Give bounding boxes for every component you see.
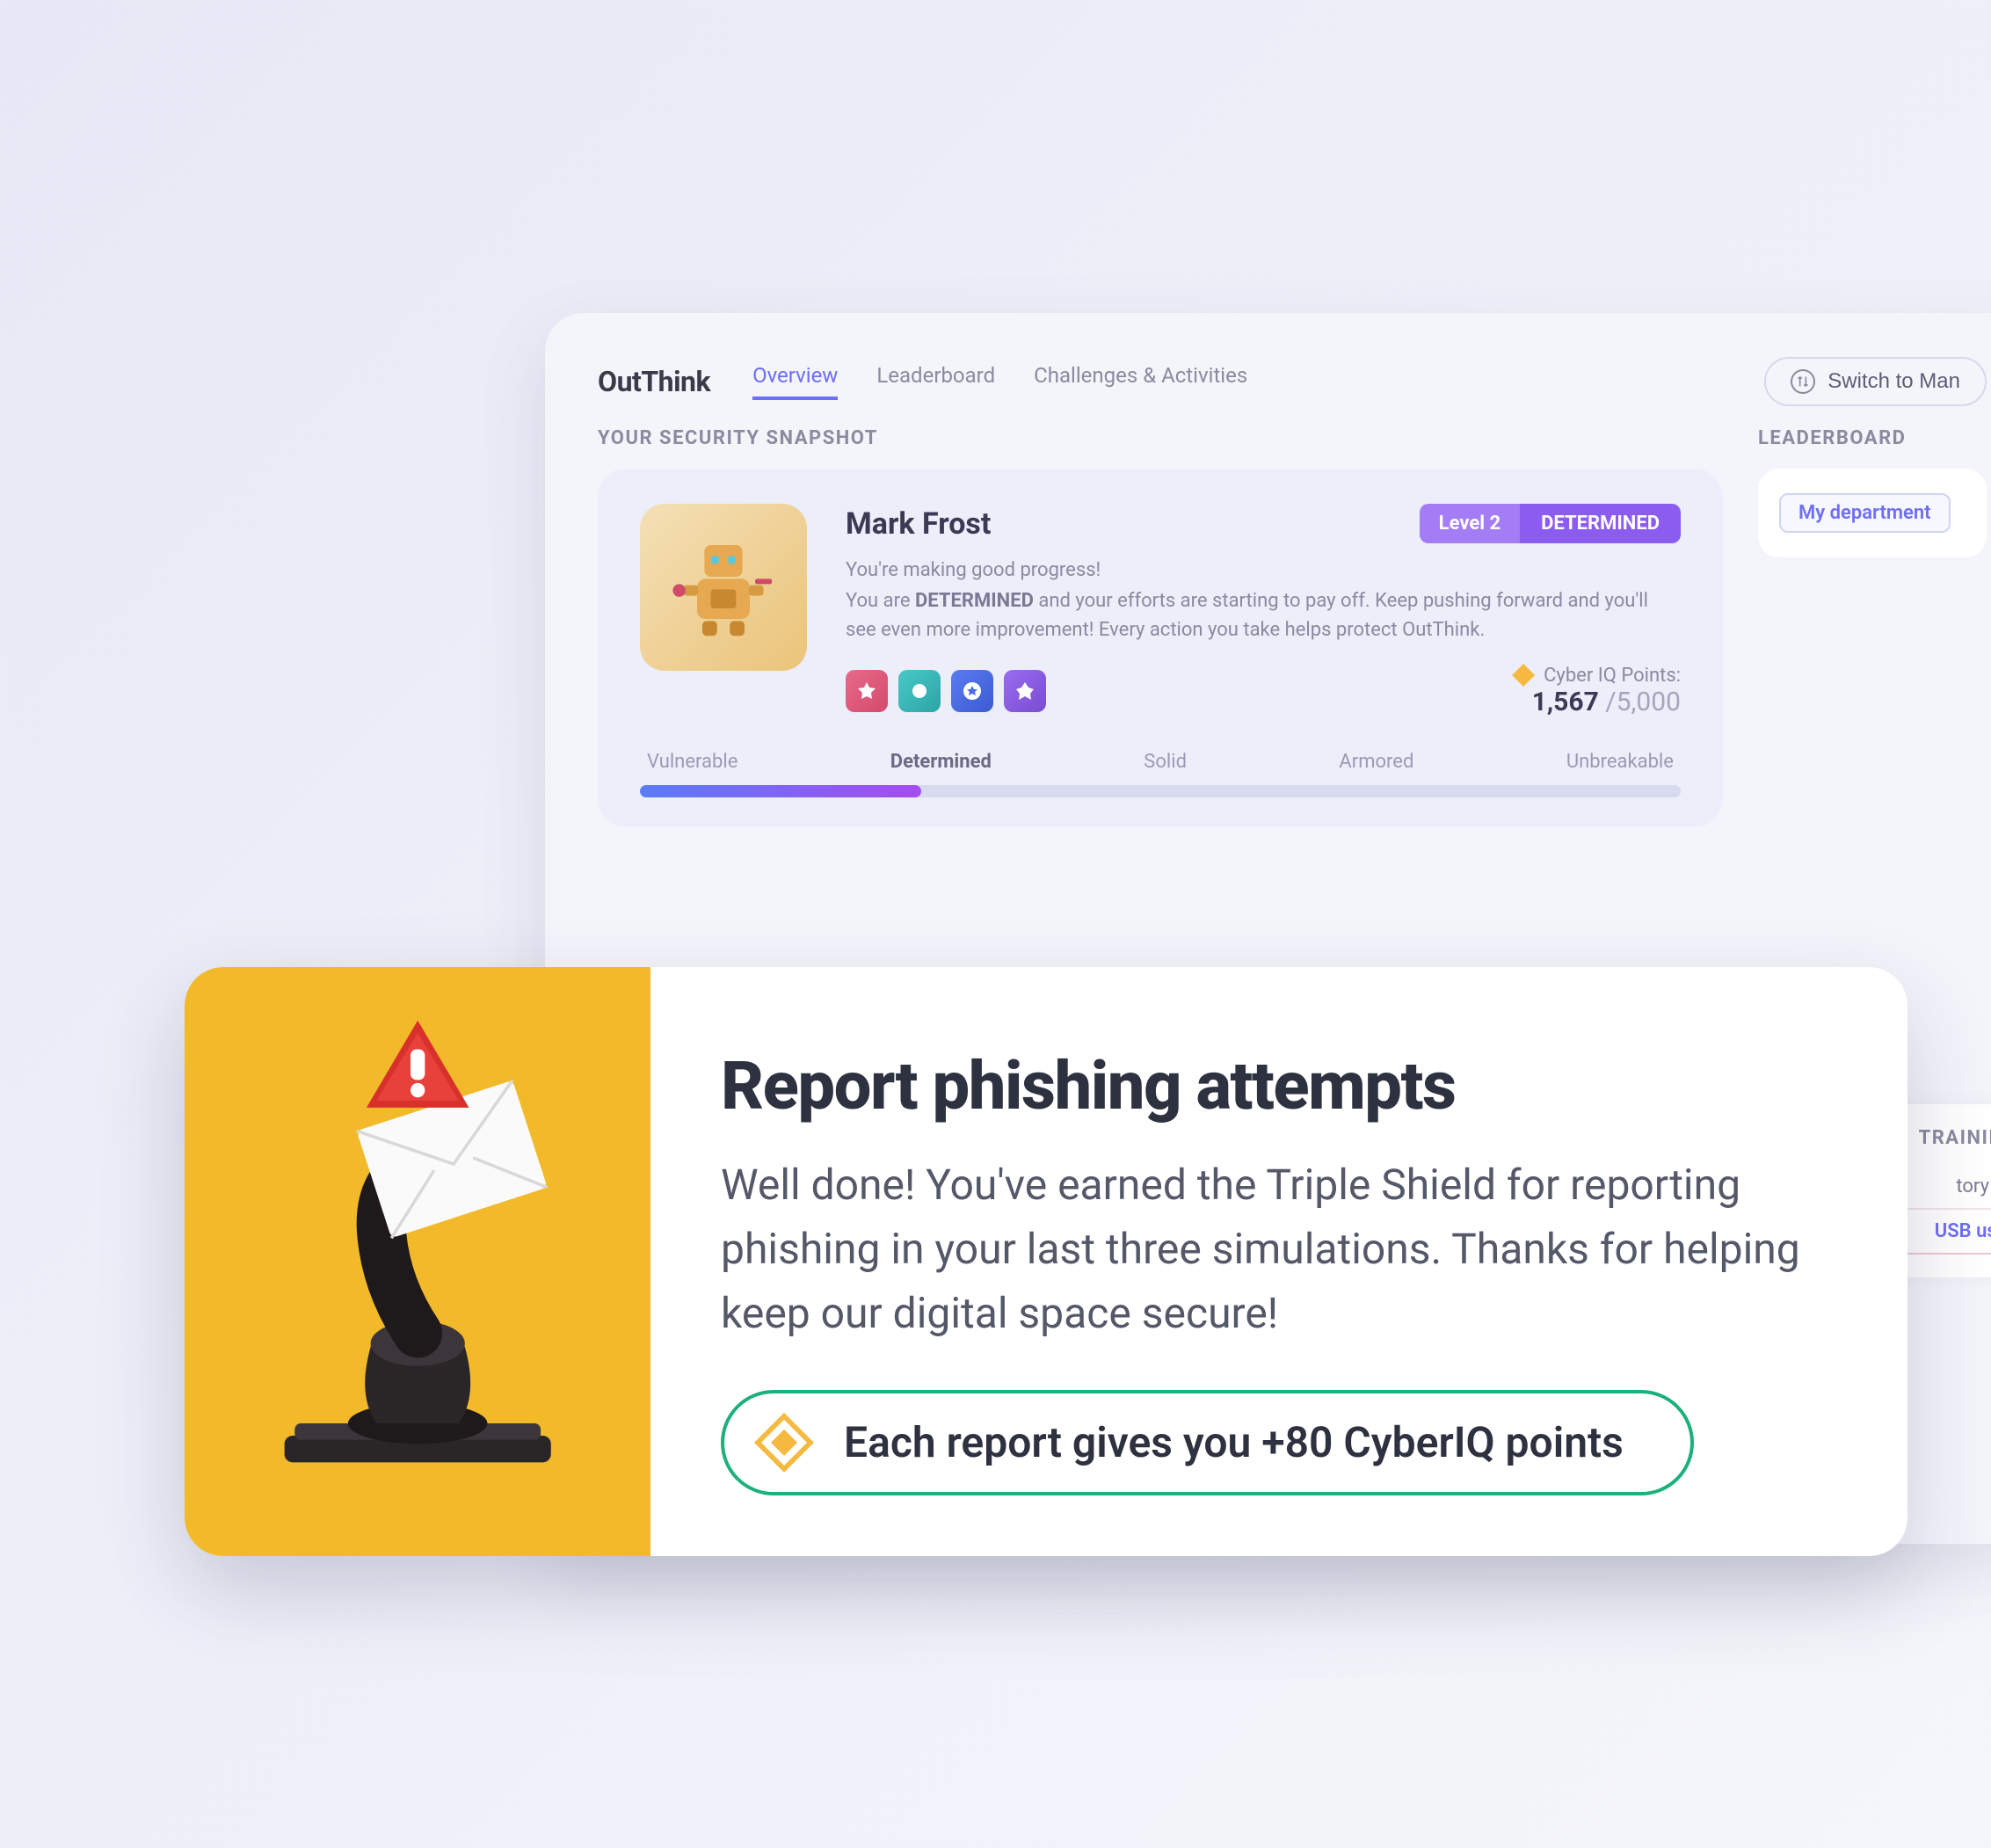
user-name: Mark Frost	[846, 506, 991, 542]
notification-illustration	[185, 967, 650, 1556]
reward-pill: Each report gives you +80 CyberIQ points	[721, 1390, 1694, 1495]
progress-fill	[640, 785, 921, 797]
stage-determined: Determined	[890, 751, 992, 773]
snapshot-section-label: YOUR SECURITY SNAPSHOT	[598, 427, 1723, 449]
tab-overview[interactable]: Overview	[752, 363, 838, 400]
stage-vulnerable: Vulnerable	[647, 751, 738, 773]
avatar	[640, 504, 807, 671]
tab-leaderboard[interactable]: Leaderboard	[876, 363, 995, 400]
brand-logo: OutThink	[598, 365, 710, 398]
notification-card: Report phishing attempts Well done! You'…	[185, 967, 1907, 1556]
leaderboard-section-label: LEADERBOARD	[1758, 427, 1987, 449]
points-max: /5,000	[1605, 687, 1681, 717]
iq-diamond-icon	[754, 1413, 814, 1473]
swap-icon	[1791, 369, 1815, 394]
points-current: 1,567	[1532, 687, 1599, 717]
tab-challenges[interactable]: Challenges & Activities	[1034, 363, 1247, 400]
notification-body: Well done! You've earned the Triple Shie…	[721, 1153, 1846, 1346]
progress-headline: You're making good progress!	[846, 559, 1681, 581]
level-badge: Level 2 DETERMINED	[1420, 504, 1681, 543]
switch-role-button[interactable]: Switch to Man	[1764, 357, 1987, 406]
progress-stages: Vulnerable Determined Solid Armored Unbr…	[640, 751, 1681, 773]
leaderboard-card: My department	[1758, 469, 1987, 557]
progress-description: You are DETERMINED and your efforts are …	[846, 586, 1681, 644]
notification-title: Report phishing attempts	[721, 1046, 1846, 1125]
dashboard-header: OutThink Overview Leaderboard Challenges…	[598, 357, 1987, 406]
achievement-badges	[846, 670, 1046, 712]
level-number: Level 2	[1420, 504, 1520, 543]
progress-bar	[640, 785, 1681, 797]
stage-solid: Solid	[1144, 751, 1187, 773]
badge-icon[interactable]	[951, 670, 993, 712]
badge-icon[interactable]	[898, 670, 941, 712]
level-label: DETERMINED	[1520, 504, 1681, 543]
snapshot-card: Mark Frost Level 2 DETERMINED You're mak…	[598, 469, 1723, 827]
leaderboard-filter-chip[interactable]: My department	[1779, 493, 1951, 533]
iq-diamond-icon	[1512, 664, 1535, 687]
cyber-iq-points: Cyber IQ Points: 1,567 /5,000	[1512, 664, 1681, 717]
reward-text: Each report gives you +80 CyberIQ points	[844, 1417, 1624, 1467]
stage-armored: Armored	[1339, 751, 1413, 773]
badge-icon[interactable]	[846, 670, 888, 712]
badge-icon[interactable]	[1004, 670, 1046, 712]
stage-unbreakable: Unbreakable	[1566, 751, 1674, 773]
switch-role-label: Switch to Man	[1828, 369, 1960, 394]
nav-tabs: Overview Leaderboard Challenges & Activi…	[752, 363, 1247, 400]
